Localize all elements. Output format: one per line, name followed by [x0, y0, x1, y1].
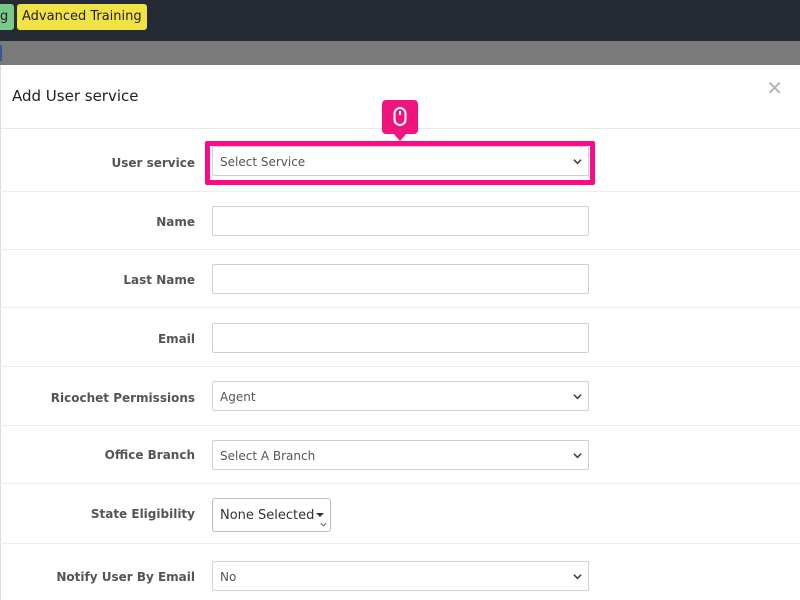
chevron-down-icon: [320, 522, 327, 527]
ricochet-permissions-row: Ricochet Permissions Agent: [0, 367, 800, 426]
name-row: Name: [0, 192, 800, 250]
email-label: Email: [157, 332, 195, 346]
last-name-input[interactable]: [212, 264, 589, 294]
state-eligibility-multiselect[interactable]: None Selected: [212, 498, 331, 532]
name-input[interactable]: [212, 206, 589, 236]
backdrop-accent: [0, 45, 2, 61]
tutorial-highlight: [205, 141, 595, 185]
notify-user-by-email-select[interactable]: No: [212, 561, 589, 591]
chevron-down-icon: [573, 453, 582, 459]
office-branch-label: Office Branch: [104, 448, 195, 462]
ricochet-permissions-label: Ricochet Permissions: [50, 391, 195, 405]
notify-user-by-email-row: Notify User By Email No: [0, 544, 800, 600]
office-branch-value: Select A Branch: [220, 449, 316, 463]
notify-user-by-email-value: No: [220, 570, 237, 584]
state-eligibility-row: State Eligibility: [0, 484, 800, 544]
user-service-label: User service: [111, 156, 195, 170]
modal-title: Add User service: [12, 87, 139, 105]
office-branch-row: Office Branch Select A Branch: [0, 426, 800, 484]
email-row: Email: [0, 308, 800, 367]
caret-down-icon: [316, 513, 324, 517]
notify-user-by-email-label: Notify User By Email: [56, 570, 195, 584]
email-input[interactable]: [212, 323, 589, 353]
chevron-down-icon: [573, 574, 582, 580]
last-name-label: Last Name: [123, 273, 195, 287]
backdrop-strip: [0, 41, 800, 65]
top-nav-bar: g Advanced Training: [0, 0, 800, 41]
tooltip-arrow: [393, 133, 407, 141]
chevron-down-icon: [573, 394, 582, 400]
name-label: Name: [156, 215, 195, 229]
ricochet-permissions-select[interactable]: Agent: [212, 381, 589, 411]
state-eligibility-value: None Selected: [220, 508, 315, 523]
ricochet-permissions-value: Agent: [220, 390, 256, 404]
last-name-row: Last Name: [0, 250, 800, 308]
click-hint-tooltip: [382, 100, 418, 134]
training-tag-partial[interactable]: g: [0, 4, 14, 30]
state-eligibility-label: State Eligibility: [90, 507, 195, 521]
mouse-icon: [393, 107, 407, 126]
close-icon[interactable]: ✕: [766, 76, 783, 100]
office-branch-select[interactable]: Select A Branch: [212, 440, 589, 470]
advanced-training-tag[interactable]: Advanced Training: [17, 4, 147, 30]
